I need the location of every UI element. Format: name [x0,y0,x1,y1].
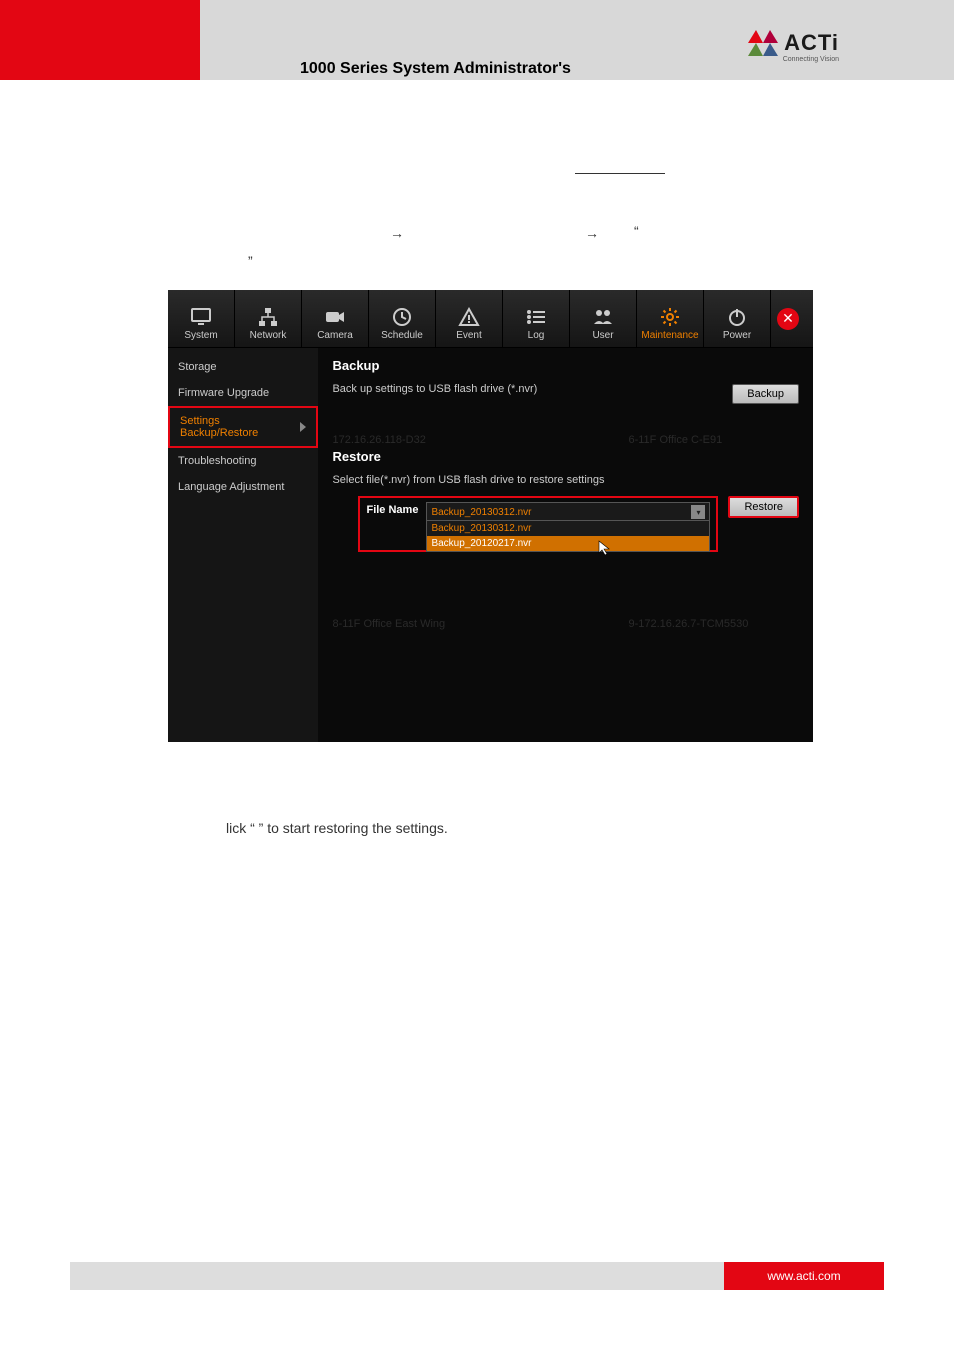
file-name-block: File Name Backup_20130312.nvr ▾ Backup_2… [358,496,718,552]
nav-label: Event [456,330,482,341]
nav-network[interactable]: Network [235,290,302,347]
warning-icon [458,304,480,330]
ghost-camera-label: 172.16.26.118-D32 [332,434,425,446]
nav-label: Schedule [381,330,423,341]
nav-camera[interactable]: Camera [302,290,369,347]
app-screenshot: System Network Camera Schedule Event [168,290,813,742]
nav-close-button[interactable]: ✕ [771,290,805,347]
list-icon [526,304,546,330]
ghost-camera-label: 9-172.16.26.7-TCM5530 [628,618,748,630]
content-area: Storage Firmware Upgrade Settings Backup… [168,348,813,742]
users-icon [592,304,614,330]
cursor-icon [598,540,612,559]
ghost-camera-label: 6-11F Office C-E91 [628,434,722,446]
restore-button[interactable]: Restore [728,496,799,518]
dropdown-option[interactable]: Backup_20130312.nvr [427,521,709,536]
network-icon [257,304,279,330]
backup-button[interactable]: Backup [732,384,799,404]
clock-icon [392,304,412,330]
main-panel: Backup Back up settings to USB flash dri… [318,348,813,742]
quote-close: ” [248,253,253,269]
restore-section-desc: Select file(*.nvr) from USB flash drive … [332,474,799,486]
camera-icon [324,304,346,330]
dropdown-list: Backup_20130312.nvr Backup_20120217.nvr [426,520,710,552]
footer-url: www.acti.com [724,1262,884,1290]
nav-schedule[interactable]: Schedule [369,290,436,347]
nav-label: Maintenance [641,330,698,341]
file-dropdown[interactable]: Backup_20130312.nvr ▾ Backup_20130312.nv… [426,502,710,522]
sidebar-item-firmware-upgrade[interactable]: Firmware Upgrade [168,380,318,406]
backup-section-desc: Back up settings to USB flash drive (*.n… [332,383,537,395]
instruction-text: lick “ ” to start restoring the settings… [226,820,448,836]
chevron-down-icon: ▾ [691,505,705,519]
quote-open: “ [634,223,639,239]
sidebar-item-troubleshooting[interactable]: Troubleshooting [168,448,318,474]
nav-label: User [592,330,613,341]
nav-label: Power [723,330,751,341]
nav-system[interactable]: System [168,290,235,347]
dropdown-selected[interactable]: Backup_20130312.nvr ▾ [426,502,710,522]
document-title: 1000 Series System Administrator's [300,60,571,78]
nav-log[interactable]: Log [503,290,570,347]
header-red-block [0,0,200,80]
logo-mark-icon [748,30,778,56]
sidebar-item-language-adjustment[interactable]: Language Adjustment [168,474,318,500]
file-name-label: File Name [366,502,418,516]
brand-logo: ACTi [748,30,839,56]
nav-label: System [184,330,217,341]
nav-power[interactable]: Power [704,290,771,347]
nav-user[interactable]: User [570,290,637,347]
monitor-icon [190,304,212,330]
power-icon [727,304,747,330]
gear-icon [660,304,680,330]
nav-label: Network [250,330,287,341]
close-icon: ✕ [777,308,799,330]
breadcrumb-arrow-icon: → [585,225,599,241]
underline [575,173,665,174]
top-nav: System Network Camera Schedule Event [168,290,813,348]
logo-text: ACTi [784,30,839,56]
backup-section-title: Backup [332,358,799,373]
logo-tagline: Connecting Vision [783,56,839,63]
sidebar-item-storage[interactable]: Storage [168,354,318,380]
sidebar-item-settings-backup-restore[interactable]: Settings Backup/Restore [168,406,318,448]
breadcrumb-arrow-icon: → [390,225,404,241]
nav-event[interactable]: Event [436,290,503,347]
nav-label: Log [528,330,545,341]
footer-bar: www.acti.com [70,1262,884,1290]
ghost-camera-label: 8-11F Office East Wing [332,618,445,630]
restore-section-title: Restore [332,449,799,464]
dropdown-option[interactable]: Backup_20120217.nvr [427,536,709,551]
sidebar-menu: Storage Firmware Upgrade Settings Backup… [168,348,318,742]
dropdown-selected-value: Backup_20130312.nvr [431,507,531,518]
nav-label: Camera [317,330,353,341]
sidebar-item-label: Settings Backup/Restore [180,415,300,439]
nav-maintenance[interactable]: Maintenance [637,290,704,347]
